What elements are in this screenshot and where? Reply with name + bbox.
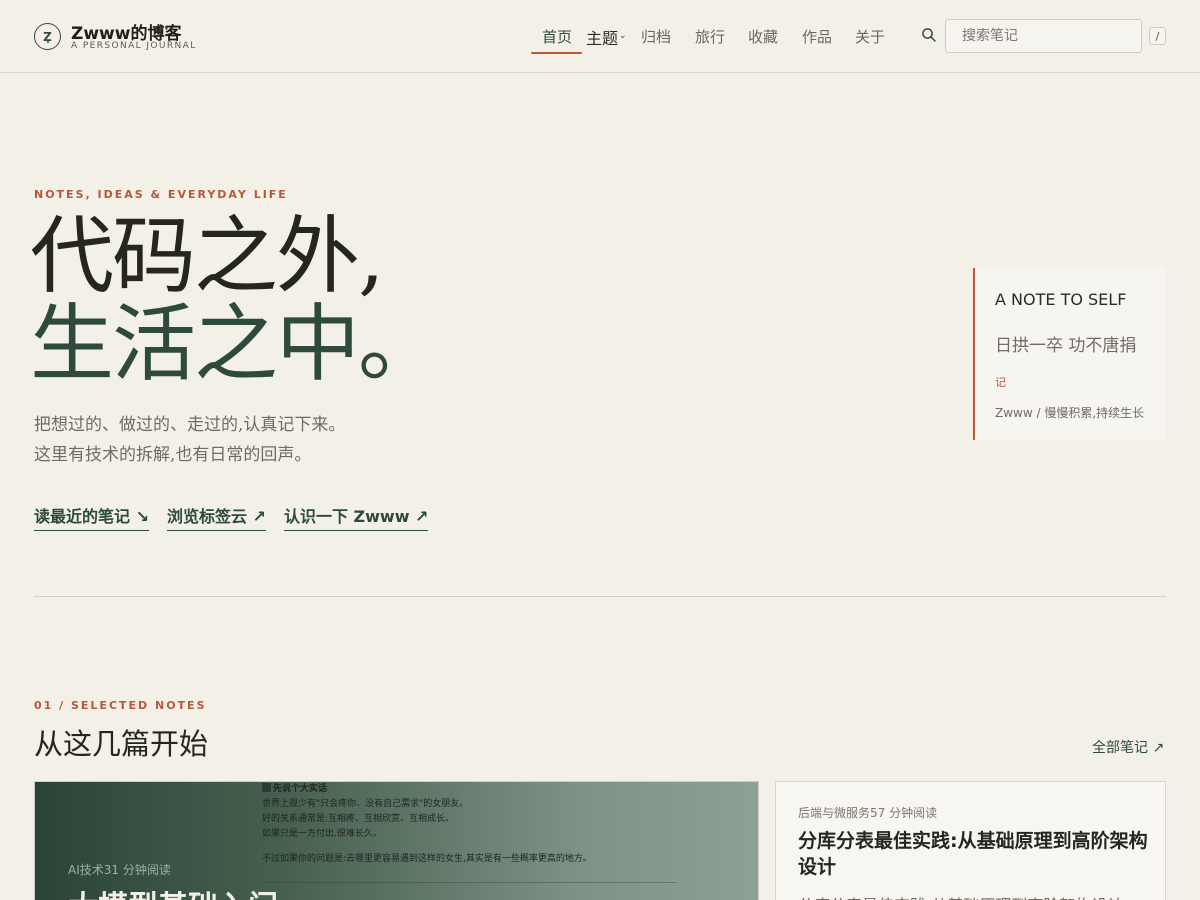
nav-item-topics[interactable]: 主题 <box>586 25 618 49</box>
hero-eyebrow: NOTES, IDEAS & EVERYDAY LIFE <box>34 188 288 201</box>
post-card[interactable]: 后端与微服务57 分钟阅读 分库分表最佳实践:从基础原理到高阶架构设计 分库分表… <box>775 781 1166 900</box>
note-to-self-card: A NOTE TO SELF 日拱一卒 功不唐捐 记 Zwww / 慢慢积累,持… <box>973 268 1166 440</box>
section-divider <box>34 596 1166 597</box>
shot-line-4: 如果只是一方付出,很难长久。 <box>262 829 382 839</box>
search-icon[interactable] <box>921 27 937 43</box>
tag-cloud-link[interactable]: 浏览标签云 ↗ <box>166 503 266 531</box>
hero-links: 读最近的笔记 ↘ 浏览标签云 ↗ 认识一下 Zwww ↗ <box>34 503 429 531</box>
nav-item-works[interactable]: 作品 <box>802 26 832 47</box>
note-quote: 日拱一卒 功不唐捐 <box>995 336 1137 356</box>
logo-icon[interactable]: Z <box>34 23 61 50</box>
section-title: 从这几篇开始 <box>34 727 209 761</box>
post-meta: 后端与微服务57 分钟阅读 <box>798 806 938 820</box>
hero-description-line2: 这里有技术的拆解,也有日常的回声。 <box>34 445 312 465</box>
nav-item-about[interactable]: 关于 <box>855 26 885 47</box>
hero-description-line1: 把想过的、做过的、走过的,认真记下来。 <box>34 415 346 435</box>
nav-item-favorites[interactable]: 收藏 <box>748 26 778 47</box>
hero-title-line1: 代码之外, <box>30 207 385 305</box>
search-shortcut-key: / <box>1149 27 1166 45</box>
nav-item-archive[interactable]: 归档 <box>641 26 671 47</box>
all-notes-link[interactable]: 全部笔记 ↗ <box>1092 737 1164 757</box>
note-signature: Zwww / 慢慢积累,持续生长 <box>995 406 1145 420</box>
recent-notes-link[interactable]: 读最近的笔记 ↘ <box>34 503 149 531</box>
hero-description: 把想过的、做过的、走过的,认真记下来。 这里有技术的拆解,也有日常的回声。 <box>34 410 345 470</box>
shot-line-5: 不过如果你的问题是:去哪里更容易遇到这样的女生,其实是有一些概率更高的地方。 <box>262 854 592 864</box>
featured-post-card[interactable]: 先说个大实话 世界上很少有"只会疼你、没有自己需求"的女朋友。 好的关系通常是:… <box>34 781 759 900</box>
shot-line-3: 好的关系通常是:互相疼、互相欣赏、互相成长。 <box>262 814 455 824</box>
post-title[interactable]: 分库分表最佳实践:从基础原理到高阶架构设计 <box>798 828 1148 880</box>
note-tag: 记 <box>995 376 1006 389</box>
note-title: A NOTE TO SELF <box>995 290 1127 309</box>
image-divider <box>262 882 677 883</box>
hero-title-line2: 生活之中。 <box>30 295 442 393</box>
site-subtitle: A PERSONAL JOURNAL <box>71 41 197 51</box>
site-header: Z Zwww的博客 A PERSONAL JOURNAL 首页 主题 ⌄ 归档 … <box>0 0 1200 73</box>
featured-post-title[interactable]: 大模型基础入门 <box>68 882 278 900</box>
chevron-down-icon[interactable]: ⌄ <box>619 31 627 41</box>
search-input[interactable] <box>945 19 1142 53</box>
nav-active-indicator <box>531 52 582 54</box>
section-eyebrow: 01 / SELECTED NOTES <box>34 699 207 712</box>
nav-item-travel[interactable]: 旅行 <box>695 26 725 47</box>
shot-line-2: 世界上很少有"只会疼你、没有自己需求"的女朋友。 <box>262 799 469 809</box>
about-zwww-link[interactable]: 认识一下 Zwww ↗ <box>283 503 429 531</box>
nav-item-home[interactable]: 首页 <box>542 26 572 47</box>
shot-line-1: 先说个大实话 <box>273 784 328 794</box>
featured-post-meta: AI技术31 分钟阅读 <box>68 863 171 877</box>
post-excerpt: 分库分表最佳实践:从基础原理到高阶架构设计 <box>798 892 1148 900</box>
